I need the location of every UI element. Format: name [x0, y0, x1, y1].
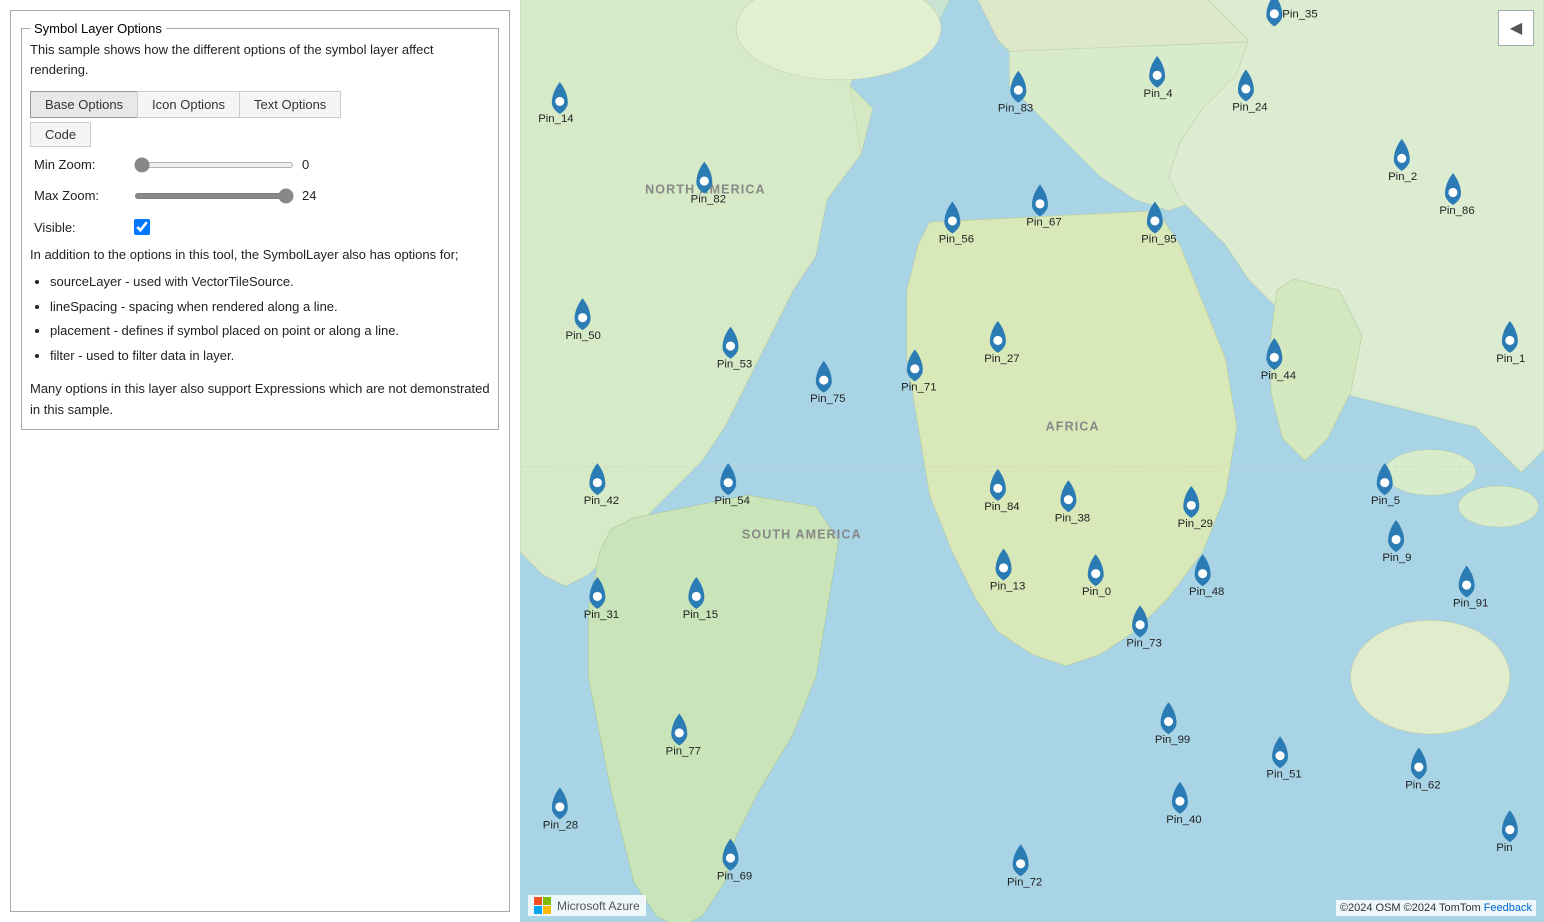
min-zoom-row: Min Zoom: 0	[34, 157, 486, 172]
back-icon: ◀	[1510, 18, 1522, 38]
max-zoom-label: Max Zoom:	[34, 188, 124, 203]
feedback-link[interactable]: Feedback	[1484, 902, 1532, 914]
svg-text:SOUTH AMERICA: SOUTH AMERICA	[742, 527, 862, 541]
svg-text:Pin_13: Pin_13	[990, 581, 1025, 593]
bullet-1: sourceLayer - used with VectorTileSource…	[50, 272, 490, 293]
panel-title: Symbol Layer Options	[30, 21, 166, 36]
svg-text:Pin_56: Pin_56	[939, 234, 974, 246]
svg-text:Pin_67: Pin_67	[1026, 216, 1061, 228]
svg-text:Pin_75: Pin_75	[810, 393, 845, 405]
azure-logo: Microsoft Azure	[528, 895, 646, 916]
map-attribution: ©2024 OSM ©2024 TomTom Feedback	[1336, 900, 1536, 916]
svg-text:Pin_28: Pin_28	[543, 820, 578, 832]
svg-text:Pin_42: Pin_42	[584, 495, 619, 507]
bullet-4: filter - used to filter data in layer.	[50, 346, 490, 367]
svg-text:Pin_0: Pin_0	[1082, 586, 1111, 598]
svg-text:Pin_95: Pin_95	[1141, 234, 1176, 246]
min-zoom-slider-container: 0	[134, 157, 322, 172]
svg-text:Pin_35: Pin_35	[1282, 8, 1317, 20]
min-zoom-slider[interactable]	[134, 162, 294, 168]
attribution-text: ©2024 OSM ©2024 TomTom	[1340, 902, 1481, 914]
azure-squares-icon	[534, 897, 551, 914]
visible-row: Visible:	[34, 219, 486, 235]
svg-text:Pin_73: Pin_73	[1126, 637, 1161, 649]
map-area[interactable]: NORTH AMERICA SOUTH AMERICA AFRICA Pin_3…	[520, 0, 1544, 922]
svg-text:Pin_53: Pin_53	[717, 359, 752, 371]
visible-label: Visible:	[34, 220, 124, 235]
svg-text:Pin_44: Pin_44	[1261, 370, 1296, 382]
min-zoom-label: Min Zoom:	[34, 157, 124, 172]
max-zoom-value: 24	[302, 188, 322, 203]
min-zoom-value: 0	[302, 157, 322, 172]
svg-text:Pin_40: Pin_40	[1166, 814, 1201, 826]
svg-text:Pin_54: Pin_54	[715, 495, 750, 507]
svg-text:Pin_48: Pin_48	[1189, 586, 1224, 598]
tab-base-options[interactable]: Base Options	[30, 91, 137, 118]
svg-text:Pin_14: Pin_14	[538, 113, 573, 125]
tabs-row: Base Options Icon Options Text Options	[30, 91, 490, 118]
svg-text:Pin_38: Pin_38	[1055, 512, 1090, 524]
options-content: Min Zoom: 0 Max Zoom: 24 Visible:	[30, 147, 490, 245]
map-back-button[interactable]: ◀	[1498, 10, 1534, 46]
svg-text:Pin_51: Pin_51	[1266, 768, 1301, 780]
svg-text:Pin_83: Pin_83	[998, 103, 1033, 115]
svg-text:Pin_4: Pin_4	[1144, 88, 1173, 100]
svg-text:Pin_50: Pin_50	[566, 330, 601, 342]
svg-text:Pin_15: Pin_15	[683, 609, 718, 621]
svg-text:Pin_69: Pin_69	[717, 871, 752, 883]
additional-description: In addition to the options in this tool,…	[30, 245, 490, 421]
max-zoom-row: Max Zoom: 24	[34, 188, 486, 203]
left-panel: Symbol Layer Options This sample shows h…	[10, 10, 510, 912]
svg-text:AFRICA: AFRICA	[1046, 419, 1100, 433]
svg-text:Pin_99: Pin_99	[1155, 734, 1190, 746]
map-svg: NORTH AMERICA SOUTH AMERICA AFRICA Pin_3…	[520, 0, 1544, 922]
svg-text:Pin_5: Pin_5	[1371, 495, 1400, 507]
svg-text:Pin_2: Pin_2	[1388, 171, 1417, 183]
svg-text:Pin_82: Pin_82	[691, 194, 726, 206]
visible-checkbox[interactable]	[134, 219, 150, 235]
max-zoom-slider-container: 24	[134, 188, 322, 203]
svg-text:Pin_86: Pin_86	[1439, 205, 1474, 217]
svg-text:Pin_1: Pin_1	[1496, 353, 1525, 365]
tab-icon-options[interactable]: Icon Options	[137, 91, 239, 118]
svg-text:Pin_24: Pin_24	[1232, 102, 1267, 114]
tab-code[interactable]: Code	[30, 122, 91, 147]
svg-text:Pin_72: Pin_72	[1007, 876, 1042, 888]
desc-text-2: Many options in this layer also support …	[30, 379, 490, 421]
panel-description: This sample shows how the different opti…	[30, 40, 490, 79]
svg-text:Pin_77: Pin_77	[666, 746, 701, 758]
desc-text-1: In addition to the options in this tool,…	[30, 245, 490, 266]
bullet-3: placement - defines if symbol placed on …	[50, 321, 490, 342]
bullet-2: lineSpacing - spacing when rendered alon…	[50, 297, 490, 318]
max-zoom-slider[interactable]	[134, 193, 294, 199]
svg-text:Pin_91: Pin_91	[1453, 598, 1488, 610]
svg-text:Pin_29: Pin_29	[1178, 518, 1213, 530]
svg-text:Pin_71: Pin_71	[901, 381, 936, 393]
svg-text:Pin_31: Pin_31	[584, 609, 619, 621]
bullets-list: sourceLayer - used with VectorTileSource…	[50, 272, 490, 367]
svg-text:Pin_9: Pin_9	[1382, 552, 1411, 564]
svg-text:Pin_84: Pin_84	[984, 501, 1019, 513]
azure-label: Microsoft Azure	[557, 899, 640, 913]
svg-text:Pin: Pin	[1496, 842, 1512, 854]
svg-text:Pin_27: Pin_27	[984, 353, 1019, 365]
svg-text:Pin_62: Pin_62	[1405, 780, 1440, 792]
tab-text-options[interactable]: Text Options	[239, 91, 341, 118]
